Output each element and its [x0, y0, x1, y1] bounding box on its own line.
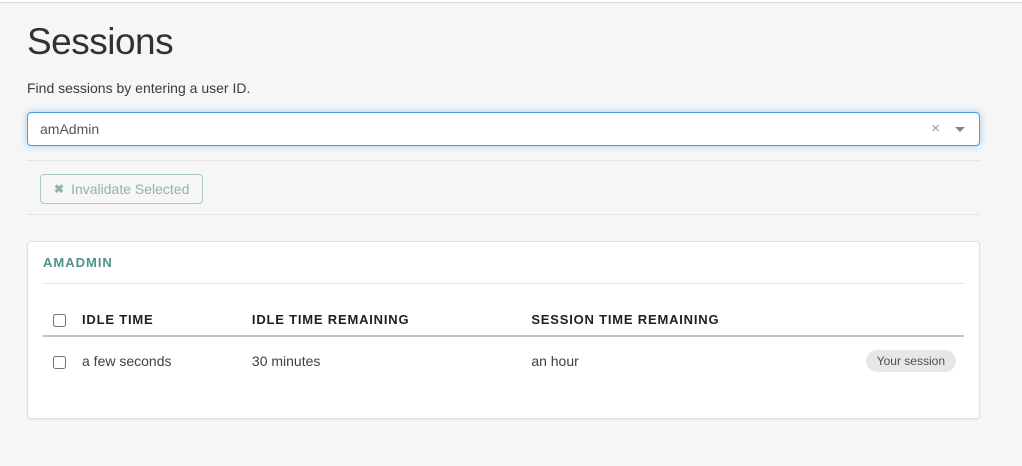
idle-time-value: a few seconds: [82, 353, 172, 370]
badge-cell: Your session: [852, 336, 964, 384]
column-header-idle-time-remaining: IDLE TIME REMAINING: [243, 304, 524, 338]
row-select-cell: [43, 336, 74, 384]
invalidate-x-icon: ✖: [54, 182, 65, 196]
divider-above-toolbar: [27, 160, 980, 161]
sessions-page: Sessions Find sessions by entering a use…: [27, 21, 980, 420]
page-title: Sessions: [27, 21, 174, 62]
column-header-idle-time: IDLE TIME: [74, 304, 244, 338]
your-session-badge: Your session: [865, 350, 956, 373]
page-subtitle: Find sessions by entering a user ID.: [27, 80, 251, 96]
row-select-checkbox[interactable]: [53, 355, 66, 369]
clear-search-icon[interactable]: ×: [931, 120, 940, 137]
dropdown-caret-icon[interactable]: [955, 127, 965, 132]
user-id-search-input[interactable]: [27, 112, 980, 146]
sessions-table: IDLE TIME IDLE TIME REMAINING SESSION TI…: [43, 304, 964, 384]
table-header-row: IDLE TIME IDLE TIME REMAINING SESSION TI…: [43, 304, 964, 338]
column-header-session-time-remaining: SESSION TIME REMAINING: [523, 304, 852, 338]
column-header-badge: [852, 304, 964, 338]
navbar-bottom-edge: [0, 0, 1022, 3]
sessions-table-wrap: IDLE TIME IDLE TIME REMAINING SESSION TI…: [43, 304, 964, 384]
sessions-toolbar: ✖ Invalidate Selected: [40, 174, 980, 204]
select-all-cell: [43, 304, 74, 338]
select-all-checkbox[interactable]: [53, 314, 66, 328]
sessions-result-panel: AMADMIN IDLE TIME IDLE TIME REMAINING SE…: [27, 241, 980, 420]
session-row: a few seconds 30 minutes an hour Your se…: [43, 336, 964, 384]
invalidate-selected-label: Invalidate Selected: [71, 181, 190, 197]
panel-heading-username: AMADMIN: [43, 242, 964, 284]
user-id-search: ×: [27, 112, 980, 146]
idle-time-remaining-value: 30 minutes: [251, 353, 321, 370]
divider-below-toolbar: [27, 214, 980, 215]
session-time-remaining-value: an hour: [531, 353, 579, 370]
invalidate-selected-button[interactable]: ✖ Invalidate Selected: [40, 174, 204, 204]
